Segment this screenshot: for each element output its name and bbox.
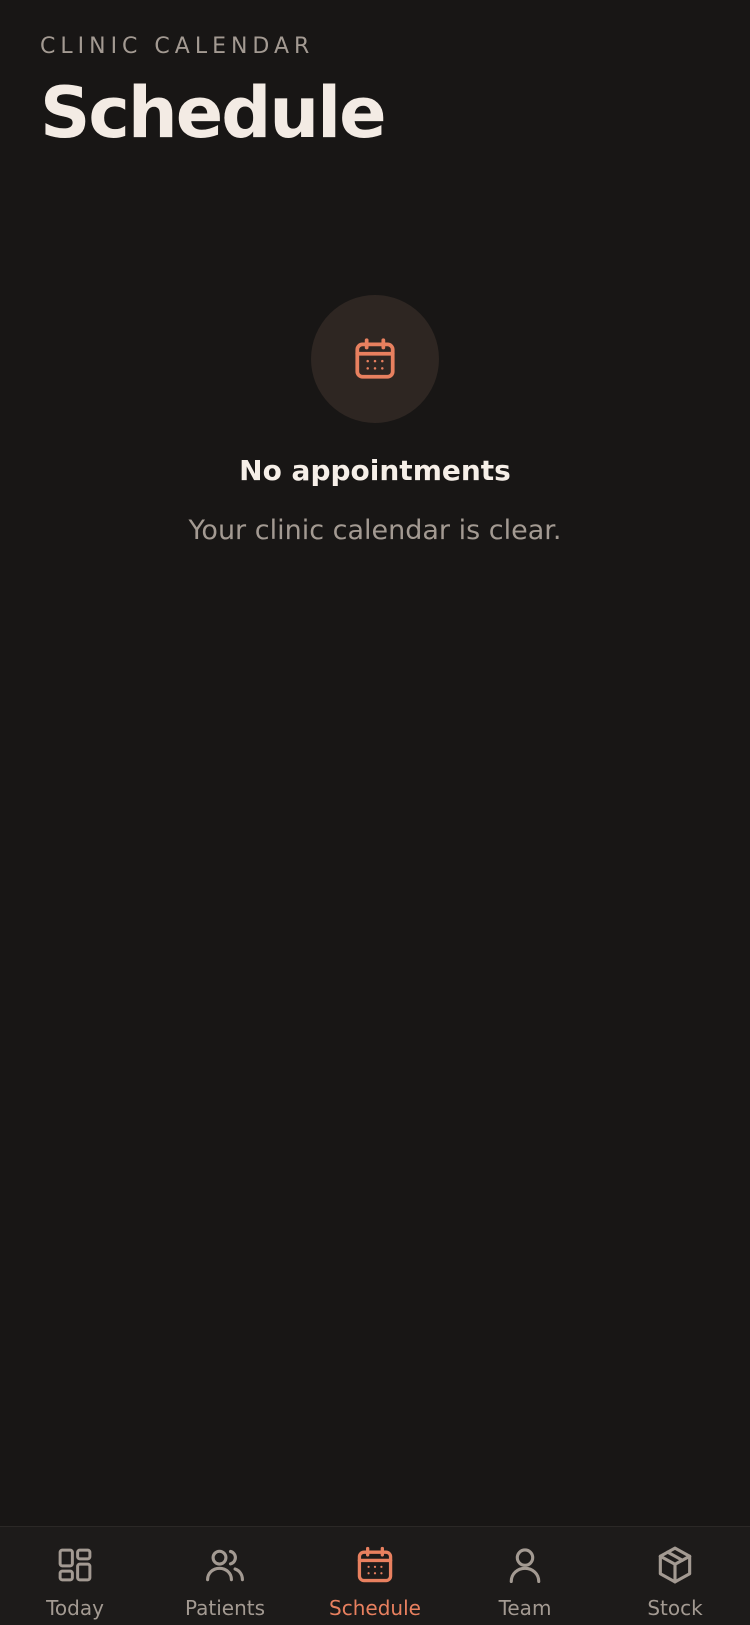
dashboard-grid-icon — [53, 1543, 97, 1587]
page-eyebrow: CLINIC CALENDAR — [40, 34, 315, 59]
empty-state: No appointments Your clinic calendar is … — [0, 295, 750, 551]
empty-state-title: No appointments — [239, 454, 511, 487]
bottom-tab-bar: Today Patients Schedule Team Stock — [0, 1526, 750, 1625]
tab-patients-label: Patients — [184, 1596, 266, 1620]
tab-stock[interactable]: Stock — [600, 1527, 750, 1625]
package-box-icon — [653, 1543, 697, 1587]
tab-today-label: Today — [46, 1596, 104, 1620]
empty-state-subtitle: Your clinic calendar is clear. — [188, 515, 562, 546]
page-title: Schedule — [40, 72, 387, 154]
user-icon — [503, 1543, 547, 1587]
calendar-icon — [353, 1543, 397, 1587]
tab-patients[interactable]: Patients — [150, 1527, 300, 1625]
calendar-icon — [355, 338, 395, 379]
tab-today[interactable]: Today — [0, 1527, 150, 1625]
tab-stock-label: Stock — [647, 1596, 703, 1620]
tab-team-label: Team — [498, 1596, 552, 1620]
empty-state-badge — [311, 295, 439, 423]
page-header: CLINIC CALENDAR Schedule — [40, 30, 387, 154]
tab-schedule-label: Schedule — [329, 1596, 421, 1620]
users-icon — [203, 1543, 247, 1587]
tab-schedule[interactable]: Schedule — [300, 1527, 450, 1625]
tab-team[interactable]: Team — [450, 1527, 600, 1625]
